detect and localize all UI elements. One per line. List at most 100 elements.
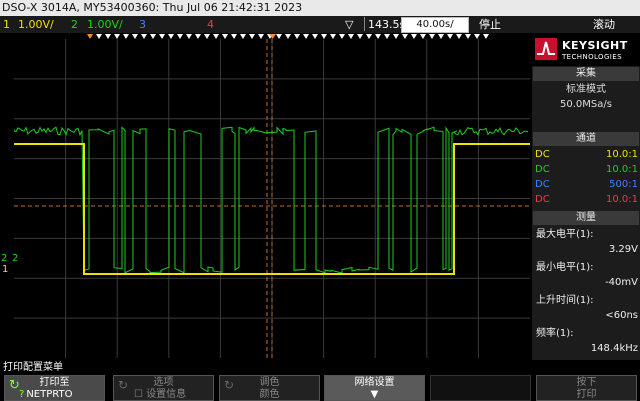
trigger-marker: [312, 34, 318, 39]
ch2-scale[interactable]: 1.00V/: [87, 16, 123, 33]
trigger-marker: [474, 34, 480, 39]
channel-header: 通道: [533, 132, 639, 146]
trigger-marker: [195, 34, 201, 39]
ch2-number[interactable]: 2: [71, 16, 78, 33]
waveform-svg: [13, 39, 530, 358]
trigger-marker: [483, 34, 489, 39]
ch3-number[interactable]: 3: [139, 16, 146, 33]
measure-header: 测量: [533, 211, 639, 225]
network-setup-softkey[interactable]: 网络设置 ▼: [324, 375, 425, 401]
rotate-knob-icon: ↻: [224, 378, 235, 392]
ch4-number[interactable]: 4: [207, 16, 214, 33]
press-label: 按下: [576, 377, 597, 388]
acquire-header: 采集: [533, 67, 639, 81]
trigger-marker: [177, 34, 183, 39]
trigger-marker: [159, 34, 165, 39]
waveform-display[interactable]: [13, 39, 530, 358]
timebase-scale: 40.00s/: [416, 19, 454, 30]
trigger-marker: [384, 34, 390, 39]
ground-marker-ch2b[interactable]: 2: [12, 254, 18, 264]
acquire-mode[interactable]: 滚动: [593, 16, 615, 33]
timebase-scale-box[interactable]: 40.00s/: [401, 17, 469, 33]
keysight-wave-icon: [535, 38, 557, 60]
trigger-marker: [294, 34, 300, 39]
trigger-marker-row: [87, 34, 489, 39]
trigger-marker: [393, 34, 399, 39]
trigger-marker: [186, 34, 192, 39]
ground-marker-ch2[interactable]: 2: [1, 254, 7, 264]
channel-coupling-2: DC: [535, 164, 550, 175]
channel-probe-1: 10.0:1: [606, 149, 638, 160]
measure-value-2: -40mV: [605, 277, 638, 288]
trigger-marker: [321, 34, 327, 39]
options-softkey[interactable]: ↻ 选项 ☐ 设置信息: [113, 375, 214, 401]
trigger-marker: [132, 34, 138, 39]
sample-rate: 50.0MSa/s: [560, 99, 612, 110]
trigger-marker: [285, 34, 291, 39]
blank-softkey[interactable]: [430, 375, 531, 401]
trigger-marker: [114, 34, 120, 39]
keysight-logo: KEYSIGHT TECHNOLOGIES: [532, 33, 640, 66]
rotate-knob-icon: ↻: [118, 378, 129, 392]
channel-probe-2: 10.0:1: [606, 164, 638, 175]
measure-label-4: 频率(1):: [536, 328, 574, 339]
palette-softkey[interactable]: ↻ 调色 颜色: [219, 375, 320, 401]
trigger-marker: [438, 34, 444, 39]
measure-label-1: 最大电平(1):: [536, 229, 594, 240]
options-label: 选项: [153, 377, 174, 388]
palette-label: 调色: [259, 377, 280, 388]
options-value: ☐ 设置信息: [134, 389, 187, 400]
channel-coupling-3: DC: [535, 179, 550, 190]
trigger-marker: [348, 34, 354, 39]
measure-label-2: 最小电平(1):: [536, 262, 594, 273]
ch1-scale[interactable]: 1.00V/: [18, 16, 54, 33]
delay-icon: ▽: [345, 18, 354, 31]
timebase-delay[interactable]: 143.5s: [368, 16, 405, 33]
trigger-marker: [339, 34, 345, 39]
trigger-marker: [222, 34, 228, 39]
trigger-marker: [240, 34, 246, 39]
acquire-mode-text[interactable]: 标准模式: [533, 83, 639, 97]
measure-value-3: <60ns: [605, 310, 638, 321]
run-state[interactable]: 停止: [479, 16, 501, 33]
trigger-marker: [465, 34, 471, 39]
trigger-marker: [429, 34, 435, 39]
measure-value-4: 148.4kHz: [590, 343, 638, 354]
trigger-marker: [204, 34, 210, 39]
channel-coupling-1: DC: [535, 149, 550, 160]
channel-probe-3: 500:1: [609, 179, 638, 190]
trigger-marker: [402, 34, 408, 39]
trigger-marker: [258, 34, 264, 39]
brand-name: KEYSIGHT: [562, 39, 628, 52]
trigger-marker: [150, 34, 156, 39]
trigger-marker: [123, 34, 129, 39]
trigger-marker: [375, 34, 381, 39]
brand-sub: TECHNOLOGIES: [562, 53, 622, 61]
rotate-knob-icon: ↻: [9, 378, 20, 393]
trigger-marker: [303, 34, 309, 39]
submenu-arrow-icon: ▼: [370, 389, 379, 400]
palette-value: 颜色: [259, 389, 280, 400]
ground-marker-ch1[interactable]: 1: [2, 265, 8, 275]
measure-value-1: 3.29V: [608, 244, 638, 255]
trigger-marker: [366, 34, 372, 39]
trigger-marker: [141, 34, 147, 39]
print-label: 打印: [576, 389, 597, 400]
print-to-softkey[interactable]: ↻ 打印至 ? NETPRTO: [4, 375, 105, 401]
channel-probe-4: 10.0:1: [606, 194, 638, 205]
ch1-number[interactable]: 1: [3, 16, 10, 33]
trigger-marker: [276, 34, 282, 39]
press-print-softkey[interactable]: 按下 打印: [536, 375, 637, 401]
trigger-marker: [105, 34, 111, 39]
channel-status-bar: 1 1.00V/ 2 1.00V/ 3 4 ▽ 143.5s 停止 滚动: [0, 16, 640, 33]
trigger-marker: [411, 34, 417, 39]
softkey-menu-title: 打印配置菜单: [0, 360, 640, 375]
trigger-marker: [447, 34, 453, 39]
network-setup-label: 网络设置: [354, 377, 395, 388]
trigger-marker: [231, 34, 237, 39]
trigger-marker: [420, 34, 426, 39]
trigger-marker: [168, 34, 174, 39]
measure-label-3: 上升时间(1):: [536, 295, 594, 306]
trigger-marker: [330, 34, 336, 39]
trigger-marker: [249, 34, 255, 39]
